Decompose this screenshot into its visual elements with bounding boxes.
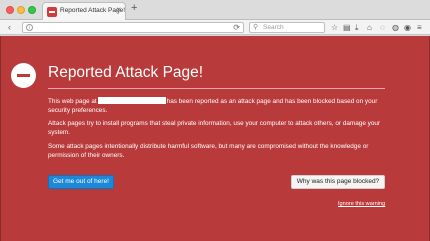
menu-icon[interactable]: ≡ (417, 23, 422, 32)
tab-reported-attack-page[interactable]: Reported Attack Page! × (42, 2, 126, 20)
tab-title: Reported Attack Page! (60, 7, 126, 14)
page-title: Reported Attack Page! (48, 64, 204, 81)
search-placeholder: Search (263, 24, 284, 31)
home-icon[interactable]: ⌂ (367, 23, 372, 32)
url-bar[interactable]: i ⟳ (22, 22, 244, 33)
window-zoom-button[interactable] (28, 6, 36, 14)
get-me-out-button[interactable]: Get me out of here! (48, 175, 114, 189)
navigation-toolbar: ‹ i ⟳ ⚲ Search ☆ ▤ ⤓ ⌂ ◌ ◍ ◉ ≡ (0, 20, 430, 35)
redacted-url (97, 97, 166, 104)
title-divider (48, 88, 385, 89)
window-minimize-button[interactable] (17, 6, 25, 14)
tab-strip: Reported Attack Page! × + (0, 0, 430, 20)
tab-close-icon[interactable]: × (116, 6, 121, 14)
warning-paragraph-1: This web page at has been reported as an … (48, 97, 393, 115)
new-tab-button[interactable]: + (131, 3, 137, 14)
reload-button[interactable]: ⟳ (233, 23, 240, 32)
extension-icon[interactable]: ◉ (404, 23, 411, 32)
attack-warning-page: Reported Attack Page! This web page at ha… (0, 36, 430, 241)
chat-icon[interactable]: ◌ (380, 23, 385, 32)
stop-sign-icon (11, 63, 36, 88)
window-close-button[interactable] (6, 6, 14, 14)
why-blocked-button[interactable]: Why was this page blocked? (291, 175, 385, 189)
download-icon[interactable]: ⤓ (355, 23, 359, 32)
reading-list-icon[interactable]: ▤ (343, 23, 351, 32)
bookmark-star-icon[interactable]: ☆ (331, 23, 338, 32)
search-bar[interactable]: ⚲ Search (249, 22, 325, 33)
para1-start: This web page at (48, 98, 97, 105)
back-button[interactable]: ‹ (8, 22, 11, 33)
ignore-warning-link[interactable]: Ignore this warning (338, 201, 385, 207)
search-icon: ⚲ (253, 24, 259, 31)
warning-paragraph-3: Some attack pages intentionally distribu… (48, 143, 369, 159)
stop-favicon-icon (47, 7, 57, 17)
warning-paragraph-2: Attack pages try to install programs tha… (48, 120, 381, 136)
info-icon[interactable]: i (26, 24, 33, 31)
pocket-icon[interactable]: ◍ (392, 23, 399, 32)
